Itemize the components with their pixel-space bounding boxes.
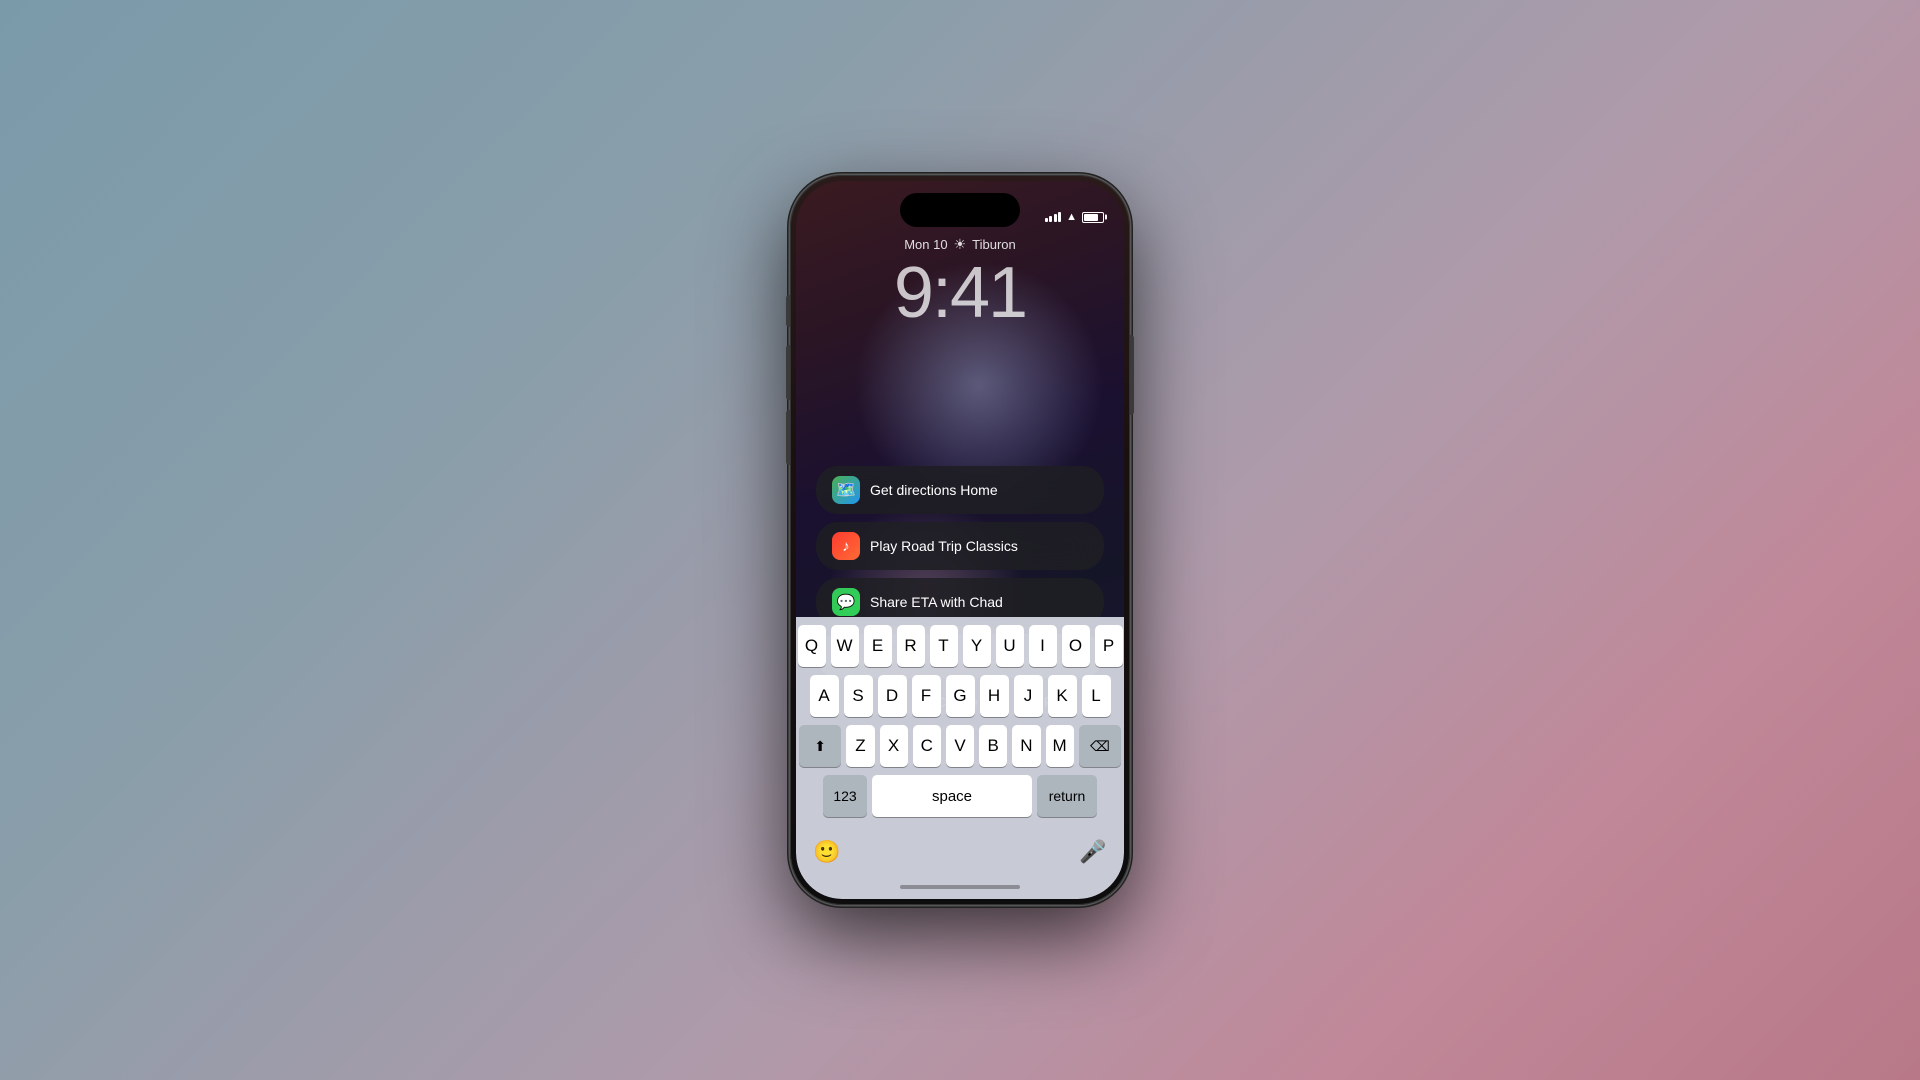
key-z[interactable]: Z: [846, 725, 874, 767]
location-label: Tiburon: [972, 237, 1016, 252]
shift-key[interactable]: ⬆: [799, 725, 841, 767]
key-k[interactable]: K: [1048, 675, 1077, 717]
suggestion-directions-label: Get directions Home: [870, 482, 998, 498]
wifi-icon: ▲: [1066, 211, 1077, 223]
key-n[interactable]: N: [1012, 725, 1040, 767]
battery-fill: [1084, 214, 1098, 221]
key-row-4: 123 space return: [799, 775, 1121, 817]
key-u[interactable]: U: [996, 625, 1024, 667]
signal-bar-4: [1058, 212, 1061, 222]
keyboard-rows: Q W E R T Y U I O P A S D F G: [796, 617, 1124, 829]
numbers-key[interactable]: 123: [823, 775, 867, 817]
key-y[interactable]: Y: [963, 625, 991, 667]
key-f[interactable]: F: [912, 675, 941, 717]
keyboard: Q W E R T Y U I O P A S D F G: [796, 617, 1124, 899]
key-t[interactable]: T: [930, 625, 958, 667]
status-icons: ▲: [1045, 211, 1104, 223]
key-e[interactable]: E: [864, 625, 892, 667]
maps-app-icon: 🗺️: [832, 476, 860, 504]
mic-key[interactable]: 🎤: [1074, 833, 1112, 871]
key-c[interactable]: C: [913, 725, 941, 767]
music-app-icon: ♪: [832, 532, 860, 560]
signal-bar-3: [1054, 214, 1057, 222]
key-p[interactable]: P: [1095, 625, 1123, 667]
battery-icon: [1082, 212, 1104, 223]
suggestion-music[interactable]: ♪ Play Road Trip Classics: [816, 522, 1104, 570]
key-i[interactable]: I: [1029, 625, 1057, 667]
signal-bar-2: [1049, 216, 1052, 222]
key-s[interactable]: S: [844, 675, 873, 717]
suggestion-music-label: Play Road Trip Classics: [870, 538, 1018, 554]
key-d[interactable]: D: [878, 675, 907, 717]
key-x[interactable]: X: [880, 725, 908, 767]
key-row-1: Q W E R T Y U I O P: [799, 625, 1121, 667]
key-l[interactable]: L: [1082, 675, 1111, 717]
key-g[interactable]: G: [946, 675, 975, 717]
phone-screen: ▲ Mon 10 ☀ Tiburon 9:41 🗺️ Get direction…: [796, 181, 1124, 899]
key-m[interactable]: M: [1046, 725, 1074, 767]
return-key[interactable]: return: [1037, 775, 1097, 817]
key-q[interactable]: Q: [798, 625, 826, 667]
key-w[interactable]: W: [831, 625, 859, 667]
home-bar: [900, 885, 1020, 889]
key-row-2: A S D F G H J K L: [799, 675, 1121, 717]
date-label: Mon 10: [904, 237, 947, 252]
phone-device: ▲ Mon 10 ☀ Tiburon 9:41 🗺️ Get direction…: [790, 175, 1130, 905]
time-display: 9:41: [894, 257, 1026, 329]
messages-app-icon: 💬: [832, 588, 860, 616]
key-row-3: ⬆ Z X C V B N M ⌫: [799, 725, 1121, 767]
key-b[interactable]: B: [979, 725, 1007, 767]
emoji-key[interactable]: 🙂: [808, 833, 846, 871]
delete-key[interactable]: ⌫: [1079, 725, 1121, 767]
mute-button[interactable]: [786, 295, 790, 327]
lock-screen-content: Mon 10 ☀ Tiburon 9:41: [796, 236, 1124, 329]
key-v[interactable]: V: [946, 725, 974, 767]
key-o[interactable]: O: [1062, 625, 1090, 667]
key-j[interactable]: J: [1014, 675, 1043, 717]
keyboard-bottom-row: 🙂 🎤: [796, 829, 1124, 879]
power-button[interactable]: [1130, 335, 1134, 415]
signal-bars: [1045, 212, 1062, 222]
space-key[interactable]: space: [872, 775, 1032, 817]
key-h[interactable]: H: [980, 675, 1009, 717]
key-r[interactable]: R: [897, 625, 925, 667]
key-a[interactable]: A: [810, 675, 839, 717]
dynamic-island: [900, 193, 1020, 227]
signal-bar-1: [1045, 218, 1048, 222]
home-indicator: [796, 879, 1124, 899]
suggestion-share-eta-label: Share ETA with Chad: [870, 594, 1003, 610]
volume-up-button[interactable]: [786, 345, 790, 400]
volume-down-button[interactable]: [786, 410, 790, 465]
suggestion-directions[interactable]: 🗺️ Get directions Home: [816, 466, 1104, 514]
